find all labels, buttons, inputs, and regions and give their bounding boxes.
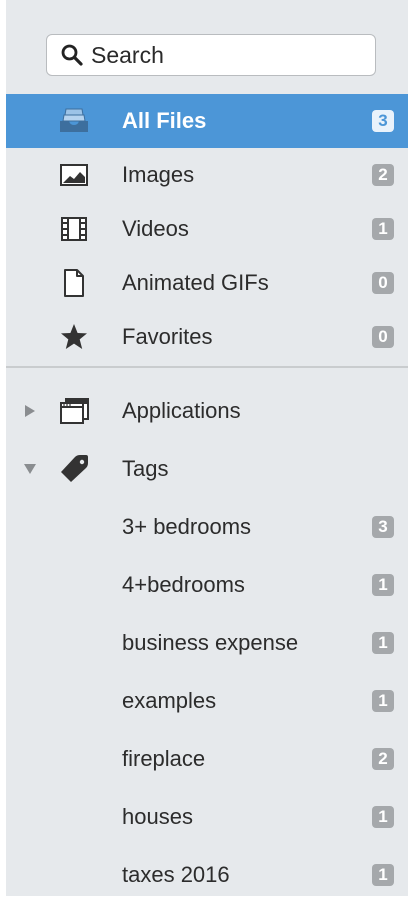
disclosure-triangle-right-icon[interactable]	[22, 403, 38, 419]
section-divider	[6, 366, 408, 368]
tag-label: 4+bedrooms	[122, 572, 245, 597]
count-badge: 1	[372, 218, 394, 240]
count-badge: 1	[372, 806, 394, 828]
search-icon	[59, 42, 85, 68]
tag-label: 3+ bedrooms	[122, 514, 252, 539]
count-badge: 1	[372, 574, 394, 596]
tag-item-4-bedrooms[interactable]: 4+bedrooms 1	[6, 558, 408, 612]
count-badge: 0	[372, 272, 394, 294]
count-badge: 0	[372, 326, 394, 348]
tag-item-houses[interactable]: houses 1	[6, 790, 408, 844]
sidebar-item-images[interactable]: Images 2	[6, 148, 408, 202]
search-input[interactable]	[91, 41, 361, 69]
sidebar-item-label: All Files	[122, 108, 207, 133]
count-badge: 2	[372, 164, 394, 186]
tray-icon	[54, 104, 94, 138]
sidebar-item-label: Images	[122, 162, 195, 187]
tag-item-fireplace[interactable]: fireplace 2	[6, 732, 408, 786]
sidebar-item-applications[interactable]: Applications	[6, 384, 408, 438]
sidebar-item-animated-gifs[interactable]: Animated GIFs 0	[6, 256, 408, 310]
tag-icon	[54, 452, 94, 486]
sidebar-item-label: Favorites	[122, 324, 213, 349]
tag-label: business expense	[122, 630, 299, 655]
sidebar-item-tags[interactable]: Tags	[6, 442, 408, 496]
image-icon	[54, 158, 94, 192]
sidebar-item-label: Animated GIFs	[122, 270, 269, 295]
count-badge: 3	[372, 516, 394, 538]
tag-label: fireplace	[122, 746, 206, 771]
sidebar-item-all-files[interactable]: All Files 3	[6, 94, 408, 148]
count-badge: 3	[372, 110, 394, 132]
search-field[interactable]	[46, 34, 376, 76]
count-badge: 1	[372, 690, 394, 712]
sidebar-item-videos[interactable]: Videos 1	[6, 202, 408, 256]
sidebar-item-label: Applications	[122, 398, 241, 423]
disclosure-triangle-down-icon[interactable]	[22, 461, 38, 477]
sidebar-item-label: Tags	[122, 456, 169, 481]
film-icon	[54, 212, 94, 246]
tag-label: houses	[122, 804, 193, 829]
tag-item-taxes-2016[interactable]: taxes 2016 1	[6, 848, 408, 902]
sidebar-item-label: Videos	[122, 216, 189, 241]
tag-label: taxes 2016	[122, 862, 230, 887]
tag-item-3-bedrooms[interactable]: 3+ bedrooms 3	[6, 500, 408, 554]
sidebar: All Files 3 Images 2	[0, 0, 408, 896]
window-icon	[54, 394, 94, 428]
tag-label: examples	[122, 688, 217, 713]
document-icon	[54, 266, 94, 300]
tag-item-business-expense[interactable]: business expense 1	[6, 616, 408, 670]
sidebar-item-favorites[interactable]: Favorites 0	[6, 310, 408, 364]
star-icon	[54, 320, 94, 354]
count-badge: 2	[372, 748, 394, 770]
count-badge: 1	[372, 864, 394, 886]
count-badge: 1	[372, 632, 394, 654]
tag-item-examples[interactable]: examples 1	[6, 674, 408, 728]
